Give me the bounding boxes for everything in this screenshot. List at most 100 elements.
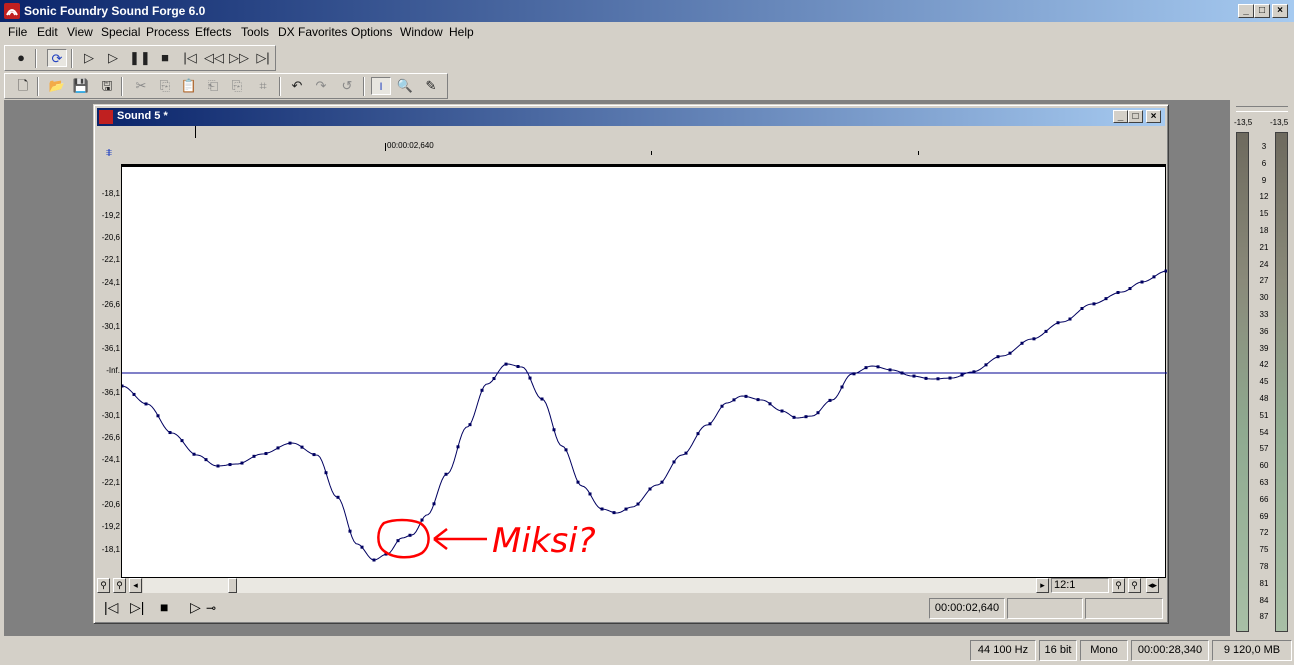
rewind-button[interactable]: ◁◁ [204,49,224,67]
sample-point[interactable] [780,409,784,413]
sample-point[interactable] [744,394,748,398]
crossfade-paste-icon[interactable]: ⎘ [227,77,247,95]
menu-dx-favorites[interactable]: DX Favorites [278,25,347,39]
child-play-icon[interactable]: ▷ [190,599,201,616]
menu-process[interactable]: Process [146,25,189,39]
edit-tool-icon[interactable]: I [371,77,391,95]
sample-point[interactable] [828,398,832,402]
save-as-icon[interactable]: 🖫 [97,77,117,95]
sample-point[interactable] [1140,280,1144,284]
zoom-level-spin-icon[interactable]: ◂▸ [1146,578,1159,593]
child-stop-icon[interactable]: ■ [160,599,168,615]
sample-point[interactable] [804,415,808,419]
sample-point[interactable] [288,441,292,445]
sample-point[interactable] [480,388,484,392]
time-ruler[interactable]: 00:00:02,640 [121,139,1166,166]
magnify-tool-icon[interactable]: 🔍 [395,77,415,95]
menu-help[interactable]: Help [449,25,474,39]
sample-point[interactable] [948,376,952,380]
menu-file[interactable]: File [8,25,27,39]
zoom-out-time-icon[interactable]: ⚲ [113,578,126,593]
sample-point[interactable] [300,445,304,449]
scroll-thumb[interactable] [228,578,237,593]
sample-point[interactable] [564,448,568,452]
menu-window[interactable]: Window [400,25,443,39]
sample-point[interactable] [720,404,724,408]
sample-point[interactable] [984,363,988,367]
sample-point[interactable] [624,507,628,511]
sample-point[interactable] [348,529,352,533]
stop-button[interactable]: ■ [155,49,175,67]
child-go-to-start-icon[interactable]: |◁ [104,599,118,616]
sample-point[interactable] [996,355,1000,359]
sample-point[interactable] [708,422,712,426]
sample-point[interactable] [180,439,184,443]
sample-point[interactable] [732,398,736,402]
child-play-normal-icon[interactable]: ⊸ [206,601,216,615]
zoom-in-time-icon[interactable]: ⚲ [97,578,110,593]
sample-point[interactable] [936,377,940,381]
sample-point[interactable] [1020,341,1024,345]
sample-point[interactable] [972,370,976,374]
sample-point[interactable] [1152,275,1156,279]
sample-point[interactable] [552,428,556,432]
sample-point[interactable] [816,411,820,415]
menu-options[interactable]: Options [351,25,392,39]
sample-point[interactable] [252,454,256,458]
sample-point[interactable] [792,415,796,419]
trim-crop-icon[interactable]: ⌗ [253,77,273,95]
mix-paste-icon[interactable]: ⎗ [203,77,223,95]
sample-point[interactable] [648,487,652,491]
sample-point[interactable] [372,558,376,562]
save-icon[interactable]: 💾 [71,77,91,95]
menu-view[interactable]: View [67,25,93,39]
sample-point[interactable] [960,373,964,377]
redo-icon[interactable]: ↷ [311,77,331,95]
horizontal-scroll-bar[interactable]: ⚲ ⚲ ◂ ▸ 12:1 ⚲ ⚲ ◂▸ [96,578,1166,594]
sample-point[interactable] [900,371,904,375]
minimize-button[interactable]: _ [1238,4,1254,18]
sample-point[interactable] [1164,269,1168,273]
fast-forward-button[interactable]: ▷▷ [229,49,249,67]
overview-bar[interactable] [121,126,1166,138]
cut-icon[interactable]: ✂ [131,77,151,95]
sample-point[interactable] [360,545,364,549]
go-to-start-button[interactable]: |◁ [180,49,200,67]
zoom-in-level-icon[interactable]: ⚲ [1112,578,1125,593]
sample-point[interactable] [420,518,424,522]
sample-point[interactable] [756,398,760,402]
sample-point[interactable] [1056,321,1060,325]
new-file-icon[interactable]: 🗋 [13,77,33,95]
sample-point[interactable] [228,463,232,467]
pencil-tool-icon[interactable]: ✎ [421,77,441,95]
maximize-button[interactable]: □ [1254,4,1270,18]
sound-close-button[interactable]: × [1146,110,1161,123]
sample-point[interactable] [156,414,160,418]
sample-point[interactable] [144,402,148,406]
sample-point[interactable] [204,458,208,462]
sample-point[interactable] [312,453,316,457]
sample-point[interactable] [276,446,280,450]
sample-point[interactable] [888,368,892,372]
sound-minimize-button[interactable]: _ [1113,110,1128,123]
sample-point[interactable] [768,402,772,406]
sample-point[interactable] [600,507,604,511]
go-to-end-button[interactable]: ▷| [253,49,273,67]
sample-point[interactable] [264,452,268,456]
sample-point[interactable] [192,452,196,456]
sample-point[interactable] [1104,297,1108,301]
play-button[interactable]: ▷ [103,49,123,67]
waveform-display[interactable]: Miksi? [121,166,1168,578]
sample-point[interactable] [408,533,412,537]
sample-point[interactable] [576,480,580,484]
sample-point[interactable] [1044,329,1048,333]
sample-point[interactable] [1032,337,1036,341]
repeat-icon[interactable]: ↺ [337,77,357,95]
sample-point[interactable] [122,384,124,388]
pause-button[interactable]: ❚❚ [129,49,151,67]
menu-effects[interactable]: Effects [195,25,231,39]
sample-point[interactable] [432,502,436,506]
channel-edit-icon[interactable]: ⩨ [100,147,118,163]
sample-point[interactable] [468,423,472,427]
sample-point[interactable] [864,366,868,370]
